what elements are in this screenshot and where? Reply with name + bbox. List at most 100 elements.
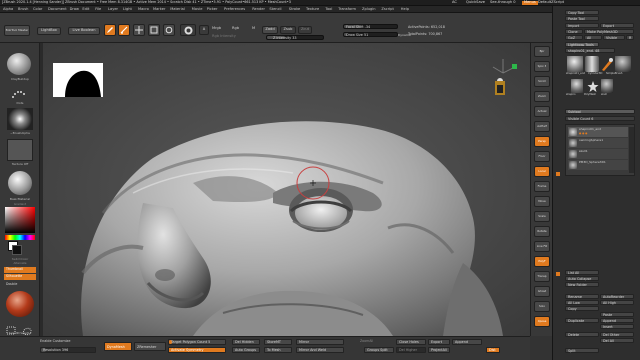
subtool-scrollbar[interactable] xyxy=(629,127,634,173)
del-all-button[interactable]: Del All xyxy=(600,338,634,343)
dynamesh-button[interactable]: DynaMesh xyxy=(104,342,132,351)
del-higher-button[interactable]: Del Higher xyxy=(396,347,426,353)
append-bottom-button[interactable]: Append xyxy=(452,339,482,345)
lightbox-tools-button[interactable]: Lightbox▸ Tools xyxy=(565,42,599,47)
subtool-item[interactable]: PM3D_Sphere3D1 xyxy=(568,160,628,170)
m-toggle[interactable]: M xyxy=(252,26,255,31)
menu-item-edit[interactable]: Edit xyxy=(82,7,89,12)
resolution-slider[interactable]: Resolution 396 xyxy=(40,347,96,353)
delete-button[interactable]: Delete xyxy=(565,332,599,337)
tool-thumb-head[interactable] xyxy=(567,56,583,72)
tool-thumb-polymesh[interactable] xyxy=(587,79,599,93)
shelf-button-transp[interactable]: Transp xyxy=(534,271,550,282)
edit-button[interactable] xyxy=(104,24,116,36)
tool-thumb-skull-small[interactable] xyxy=(601,79,613,93)
shelf-button-solo[interactable]: Solo xyxy=(534,301,550,312)
see-through-slider[interactable]: See-through 0 xyxy=(490,1,516,5)
menu-item-marker[interactable]: Marker xyxy=(153,7,165,12)
subtool-item[interactable]: ownlingSphere1 xyxy=(568,138,628,148)
color-picker[interactable] xyxy=(5,207,35,233)
scale-button[interactable] xyxy=(148,24,160,36)
shelf-button-zoom[interactable]: Zoom xyxy=(534,91,550,102)
paste-tool-button[interactable]: Paste Tool xyxy=(565,16,599,21)
menu-item-brush[interactable]: Brush xyxy=(18,7,28,12)
close-holes-button[interactable]: Close Holes xyxy=(396,339,426,345)
menu-item-layer[interactable]: Layer xyxy=(108,7,118,12)
menu-item-picker[interactable]: Picker xyxy=(207,7,218,12)
alternate-button[interactable]: Alternate xyxy=(0,261,40,265)
goz-button[interactable]: GoZ xyxy=(565,35,583,40)
new-folder-button[interactable]: New Folder xyxy=(565,282,599,287)
store-mt-button[interactable]: StoreMT xyxy=(264,339,292,345)
focal-shift-slider[interactable]: Focal Shift -34 xyxy=(343,24,398,29)
visible-count-slider[interactable]: Visible Count 6 xyxy=(565,116,635,121)
zadd-button[interactable]: Zadd xyxy=(262,26,278,34)
alpha-thumbnail[interactable] xyxy=(7,108,33,130)
rotate-button[interactable] xyxy=(163,24,175,36)
menu-item-help[interactable]: Help xyxy=(401,7,409,12)
texture-thumbnail[interactable] xyxy=(7,139,33,161)
secondary-color-swatch[interactable] xyxy=(12,245,22,255)
menu-item-stencil[interactable]: Stencil xyxy=(269,7,281,12)
export-bottom-button[interactable]: Export xyxy=(428,339,450,345)
shelf-button-polyf[interactable]: PolyF xyxy=(534,256,550,267)
target-polycount-slider[interactable]: Target Polygon Count 5 xyxy=(168,339,226,345)
all-button[interactable]: All xyxy=(584,35,602,40)
mrgb-toggle[interactable]: Mrgb xyxy=(212,26,221,31)
dist-slider[interactable]: Dist xyxy=(486,347,500,353)
menus-button[interactable]: Menus xyxy=(522,1,538,5)
tool-thumb-cylinder[interactable] xyxy=(585,56,599,72)
copy-tool-button[interactable]: Copy Tool xyxy=(565,10,599,15)
copy-button[interactable]: Copy xyxy=(565,306,599,311)
shelf-button-xpose[interactable]: Xpose xyxy=(534,316,550,327)
groups-split-button[interactable]: Groups Split xyxy=(364,347,394,353)
menu-item-tool[interactable]: Tool xyxy=(325,7,332,12)
insert-button[interactable]: Insert xyxy=(600,324,634,329)
shelf-button-frame[interactable]: Frame xyxy=(534,181,550,192)
eye-toggle-icon[interactable]: ● ● ● xyxy=(579,132,587,136)
gradient-label[interactable]: Gradient xyxy=(0,202,40,206)
subtool-item[interactable]: skull1 xyxy=(568,149,628,159)
stroke-thumbnail[interactable] xyxy=(11,86,27,100)
rgb-toggle[interactable]: Rgb xyxy=(232,26,239,31)
activate-symmetry-button[interactable]: Activate Symmetry xyxy=(168,347,226,353)
shelf-button-actual[interactable]: Actual xyxy=(534,106,550,117)
split-button[interactable]: Split xyxy=(565,348,599,353)
duplicate-button[interactable]: Duplicate xyxy=(565,318,599,323)
move-button[interactable] xyxy=(133,24,145,36)
rename-button[interactable]: Rename xyxy=(565,294,599,299)
shelf-button-persp[interactable]: Persp xyxy=(534,136,550,147)
menu-item-texture[interactable]: Texture xyxy=(306,7,319,12)
tool-thumb-skull[interactable] xyxy=(615,56,631,72)
mirror-button[interactable]: Mirror xyxy=(296,339,344,345)
enable-customize-button[interactable]: Enable Customize xyxy=(40,339,70,343)
menu-item-document[interactable]: Document xyxy=(48,7,67,12)
home-page-button[interactable]: BokTool Master xyxy=(4,25,30,36)
auto-reorder-button[interactable]: AutoReorder xyxy=(600,294,634,299)
thumbnail-button[interactable]: Thumbnail xyxy=(4,267,36,273)
del-other-button[interactable]: Del Other xyxy=(600,332,634,337)
a-toggle[interactable]: A xyxy=(199,25,209,35)
r-button[interactable]: R xyxy=(626,35,634,40)
shelf-button-floor[interactable]: Floor xyxy=(534,151,550,162)
zcut-button[interactable]: Zcut xyxy=(298,26,312,34)
menu-item-zscript[interactable]: Zscript xyxy=(381,7,393,12)
all-low-button[interactable]: All Low xyxy=(565,300,599,305)
menu-item-macro[interactable]: Macro xyxy=(138,7,149,12)
double-button[interactable]: Double xyxy=(6,282,17,286)
shelf-button-ghost[interactable]: Ghost xyxy=(534,286,550,297)
shelf-button-aahalf[interactable]: AAHalf xyxy=(534,121,550,132)
zoomall-button[interactable]: ZoomAll xyxy=(360,339,373,343)
visible-button[interactable]: Visible xyxy=(603,35,625,40)
zsub-button[interactable]: Zsub xyxy=(280,26,296,34)
menu-item-zplugin[interactable]: Zplugin xyxy=(362,7,376,12)
all-high-button[interactable]: All High xyxy=(600,300,634,305)
list-all-button[interactable]: List All xyxy=(565,270,599,275)
menu-item-render[interactable]: Render xyxy=(252,7,265,12)
default-zscript-button[interactable]: DefaultZScript xyxy=(538,1,564,5)
shelf-button-local[interactable]: Local xyxy=(534,166,550,177)
menu-item-draw[interactable]: Draw xyxy=(70,7,79,12)
menu-item-transform[interactable]: Transform xyxy=(338,7,356,12)
projectall-button[interactable]: ProjectAll xyxy=(428,347,450,353)
subtool-header[interactable]: Subtool xyxy=(565,109,635,114)
